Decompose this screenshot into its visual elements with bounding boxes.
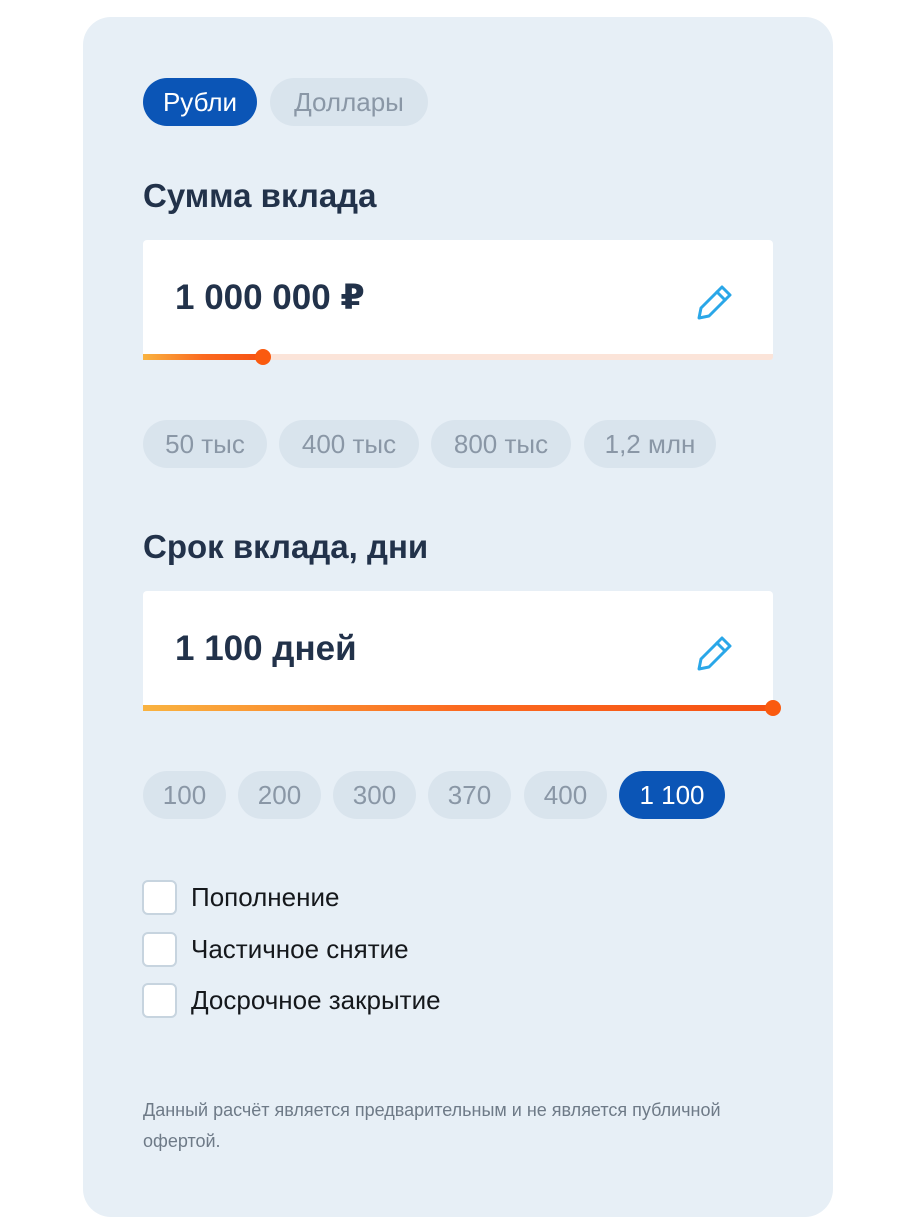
amount-preset-800k[interactable]: 800 тыс (431, 420, 571, 468)
amount-preset-1-2m[interactable]: 1,2 млн (584, 420, 716, 468)
pencil-icon[interactable] (695, 633, 735, 673)
term-preset-370[interactable]: 370 (428, 771, 511, 819)
option-early-closure[interactable]: Досрочное закрытие (142, 982, 441, 1018)
replenishment-label: Пополнение (191, 881, 340, 912)
replenishment-checkbox[interactable] (142, 879, 177, 915)
term-preset-1100[interactable]: 1 100 (619, 771, 725, 819)
amount-field[interactable]: 1 000 000 ₽ (143, 240, 773, 365)
term-preset-400[interactable]: 400 (524, 771, 607, 819)
partial-withdrawal-label: Частичное снятие (191, 933, 409, 964)
amount-value[interactable]: 1 000 000 ₽ (175, 278, 365, 318)
amount-preset-400k[interactable]: 400 тыс (279, 420, 419, 468)
pencil-icon[interactable] (695, 282, 735, 322)
deposit-calculator-card: Рубли Доллары Сумма вклада 1 000 000 ₽ 5… (83, 17, 833, 1217)
option-partial-withdrawal[interactable]: Частичное снятие (142, 931, 409, 967)
term-value[interactable]: 1 100 дней (175, 629, 357, 669)
term-heading: Срок вклада, дни (143, 528, 429, 565)
term-slider-track[interactable] (143, 700, 781, 716)
amount-preset-50k[interactable]: 50 тыс (143, 420, 267, 468)
early-closure-checkbox[interactable] (142, 982, 177, 1018)
disclaimer-text: Данный расчёт является предварительным и… (143, 1100, 721, 1151)
amount-heading: Сумма вклада (143, 177, 377, 214)
term-slider-thumb[interactable] (765, 700, 781, 716)
term-slider-fill (143, 705, 773, 711)
amount-slider-thumb[interactable] (254, 349, 271, 365)
term-field[interactable]: 1 100 дней (143, 591, 781, 716)
term-preset-100[interactable]: 100 (143, 771, 226, 819)
term-preset-200[interactable]: 200 (238, 771, 321, 819)
amount-slider-track[interactable] (143, 349, 773, 365)
option-replenishment[interactable]: Пополнение (142, 879, 339, 915)
tab-dollars[interactable]: Доллары (270, 78, 428, 126)
term-preset-300[interactable]: 300 (333, 771, 416, 819)
tab-rubles[interactable]: Рубли (143, 78, 257, 126)
partial-withdrawal-checkbox[interactable] (142, 931, 177, 967)
amount-slider-fill (143, 354, 263, 360)
early-closure-label: Досрочное закрытие (191, 984, 441, 1015)
